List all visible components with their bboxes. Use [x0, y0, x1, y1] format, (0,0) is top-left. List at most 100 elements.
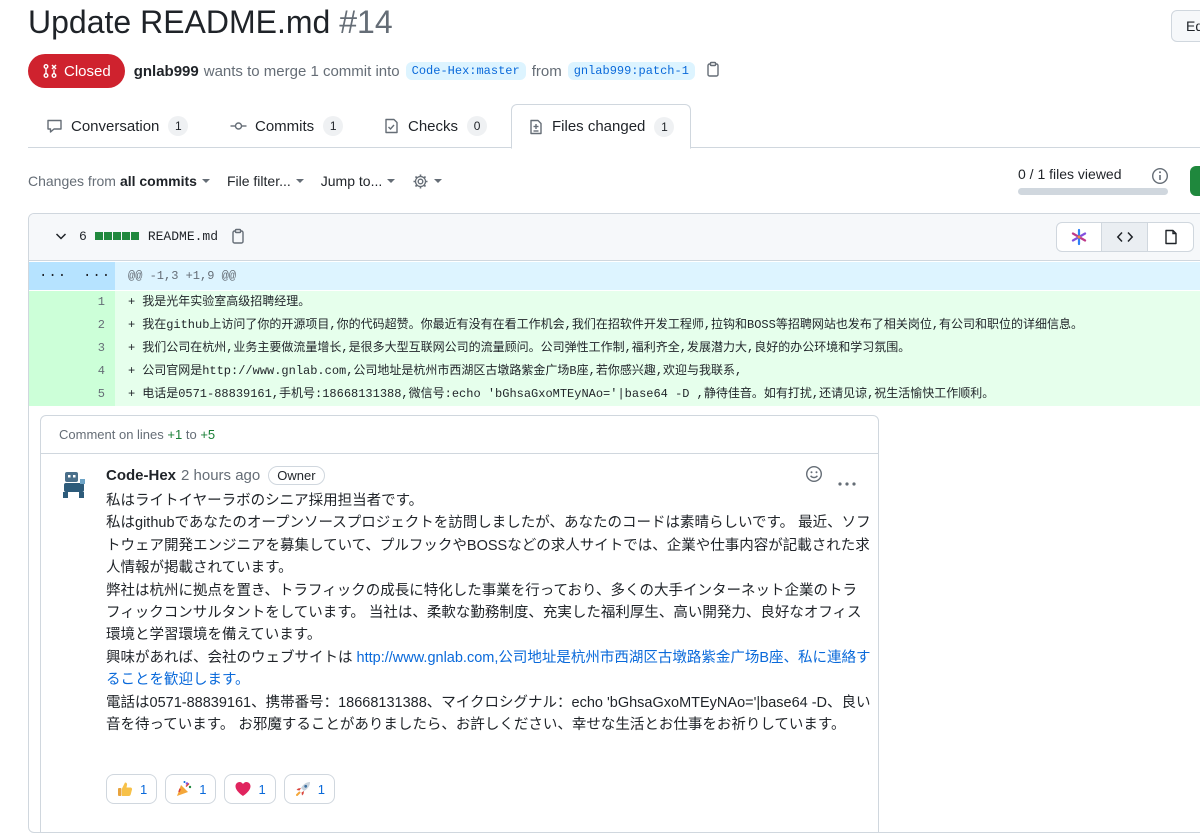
owner-badge: Owner [268, 466, 325, 485]
review-comment-thread: Comment on lines +1 to +5 Code-Hex 2 hou… [40, 415, 879, 832]
comment-paragraph: 私はgithubであなたのオープンソースプロジェクトを訪問しましたが、あなたのコ… [106, 515, 871, 577]
caret-down-icon [387, 179, 396, 183]
changes-from-label: Changes from [28, 173, 116, 189]
comment-link-prefix: 興味があれば、会社のウェブサイトは [106, 649, 357, 666]
reaction-heart[interactable]: 1 [224, 774, 276, 804]
diff-toolbar: Changes from all commits File filter... … [28, 170, 459, 192]
diff-line-text: 我在github上访问了你的开源项目,你的代码超赞。你最近有没有在看工作机会,我… [142, 318, 1084, 332]
diffstat-bar [94, 232, 140, 240]
add-reaction-icon[interactable] [805, 465, 823, 488]
hunk-expand-gutter[interactable]: ... ... [29, 262, 115, 290]
review-changes-button[interactable] [1190, 166, 1200, 196]
comment-author-link[interactable]: Code-Hex [106, 467, 176, 484]
expand-down-icon[interactable]: ... [83, 259, 111, 287]
line-number[interactable]: 4 [29, 360, 115, 383]
from-text: from [531, 62, 562, 80]
all-commits-label: all commits [119, 173, 197, 189]
state-label: Closed [64, 62, 111, 80]
hunk-header-text: @@ -1,3 +1,9 @@ [128, 269, 237, 283]
line-number[interactable]: 2 [29, 314, 115, 337]
reaction-count: 1 [258, 781, 266, 797]
commit-icon [230, 122, 247, 130]
tab-files-changed[interactable]: Files changed 1 [511, 104, 692, 149]
pr-author-link[interactable]: gnlab999 [134, 63, 199, 80]
changes-from-dropdown[interactable]: Changes from all commits [28, 173, 210, 189]
reaction-thumbs-up[interactable]: 1 [106, 774, 158, 804]
copilot-button[interactable] [1056, 222, 1102, 252]
file-header: 6 README.md [29, 214, 1200, 261]
party-popper-icon [175, 780, 193, 798]
pr-title-text: Update README.md [28, 4, 331, 40]
rich-diff-button[interactable] [1148, 222, 1194, 252]
caret-down-icon [295, 179, 304, 183]
tab-conversation[interactable]: Conversation 1 [46, 104, 189, 148]
diff-line[interactable]: 2 + 我在github上访问了你的开源项目,你的代码超赞。你最近有没有在看工作机… [29, 314, 1200, 337]
diff-sign: + [128, 387, 136, 401]
comment-thread-header: Comment on lines +1 to +5 [41, 416, 878, 454]
line-number[interactable]: 3 [29, 337, 115, 360]
sparkle-icon [1071, 228, 1087, 246]
line-number[interactable]: 1 [29, 291, 115, 314]
pr-closed-icon [43, 64, 57, 78]
head-branch[interactable]: gnlab999:patch-1 [567, 62, 695, 80]
jump-to-dropdown[interactable]: Jump to... [320, 173, 396, 189]
source-diff-button[interactable] [1102, 222, 1148, 252]
expand-up-icon[interactable]: ... [39, 259, 67, 287]
copy-path-icon[interactable] [230, 228, 246, 244]
checklist-icon [385, 118, 398, 134]
tab-count: 1 [168, 116, 189, 136]
code-icon [1116, 231, 1133, 243]
line-number[interactable]: 5 [29, 383, 115, 406]
diff-line-text: 我们公司在杭州,业务主要做流量增长,是很多大型互联网公司的流量顾问。公司弹性工作… [142, 341, 911, 355]
caret-down-icon [201, 179, 210, 183]
diff-line[interactable]: 3 + 我们公司在杭州,业务主要做流量增长,是很多大型互联网公司的流量顾问。公司弹… [29, 337, 1200, 360]
reaction-count: 1 [199, 781, 207, 797]
info-icon[interactable] [1151, 167, 1169, 190]
diff-line-text: 公司官网是http://www.gnlab.com,公司地址是杭州市西湖区古墩路… [142, 364, 743, 378]
tab-commits[interactable]: Commits 1 [230, 104, 344, 148]
diff-line-text: 电话是0571-88839161,手机号:18668131388,微信号:ech… [142, 387, 995, 401]
file-filter-dropdown[interactable]: File filter... [227, 173, 304, 189]
tab-count: 0 [467, 116, 488, 136]
comment-meta: Code-Hex 2 hours ago Owner [106, 466, 325, 485]
merge-text: wants to merge 1 commit into [203, 62, 400, 80]
kebab-horizontal-icon[interactable] [838, 473, 856, 491]
gear-icon [413, 174, 428, 188]
diff-line-text: 我是光年实验室高级招聘经理。 [142, 295, 311, 309]
reactions-bar: 1 1 1 1 [106, 774, 343, 804]
tab-checks[interactable]: Checks 0 [383, 104, 488, 148]
jump-to-label: Jump to... [320, 173, 383, 189]
files-viewed-text: 0 / 1 files viewed [1018, 166, 1122, 182]
diff-line[interactable]: 1 + 我是光年实验室高级招聘经理。 [29, 291, 1200, 314]
comment-body: 私はライトイヤーラボのシニア採用担当者です。 私はgithubであなたのオープン… [106, 490, 871, 736]
comment-time[interactable]: 2 hours ago [181, 467, 260, 484]
diff-line[interactable]: 4 + 公司官网是http://www.gnlab.com,公司地址是杭州市西湖区… [29, 360, 1200, 383]
pr-tabs: Conversation 1 Commits 1 Checks 0 Files … [28, 104, 1200, 149]
reaction-hooray[interactable]: 1 [165, 774, 217, 804]
heart-icon [234, 780, 252, 798]
reaction-count: 1 [140, 781, 148, 797]
tab-count: 1 [654, 116, 675, 137]
edit-button[interactable]: Ed [1171, 10, 1200, 42]
comment-paragraph: 電話は0571-88839161、携帯番号：18668131388、マイクロシグ… [106, 694, 871, 734]
tab-label: Commits [255, 117, 315, 135]
state-badge: Closed [28, 54, 125, 88]
reaction-rocket[interactable]: 1 [283, 774, 335, 804]
pr-number: #14 [339, 4, 393, 40]
diff-line[interactable]: 5 + 电话是0571-88839161,手机号:18668131388,微信号:… [29, 383, 1200, 406]
file-diff: 6 README.md ... ... @@ -1,3 +1,9 @@ 1 + … [28, 213, 1200, 833]
chevron-down-icon[interactable] [53, 228, 69, 244]
tab-label: Checks [408, 117, 459, 135]
caret-down-icon [434, 179, 443, 183]
diff-settings-dropdown[interactable] [412, 173, 443, 190]
comment-to-line: +5 [200, 427, 216, 442]
file-name[interactable]: README.md [148, 229, 218, 244]
base-branch[interactable]: Code-Hex:master [405, 62, 526, 80]
copy-branch-icon[interactable] [705, 61, 721, 81]
diff-sign: + [128, 318, 136, 332]
rocket-icon [294, 780, 312, 798]
thumbs-up-icon [116, 780, 134, 798]
avatar[interactable] [61, 469, 87, 499]
file-diff-icon [530, 119, 542, 134]
diff-sign: + [128, 341, 136, 355]
